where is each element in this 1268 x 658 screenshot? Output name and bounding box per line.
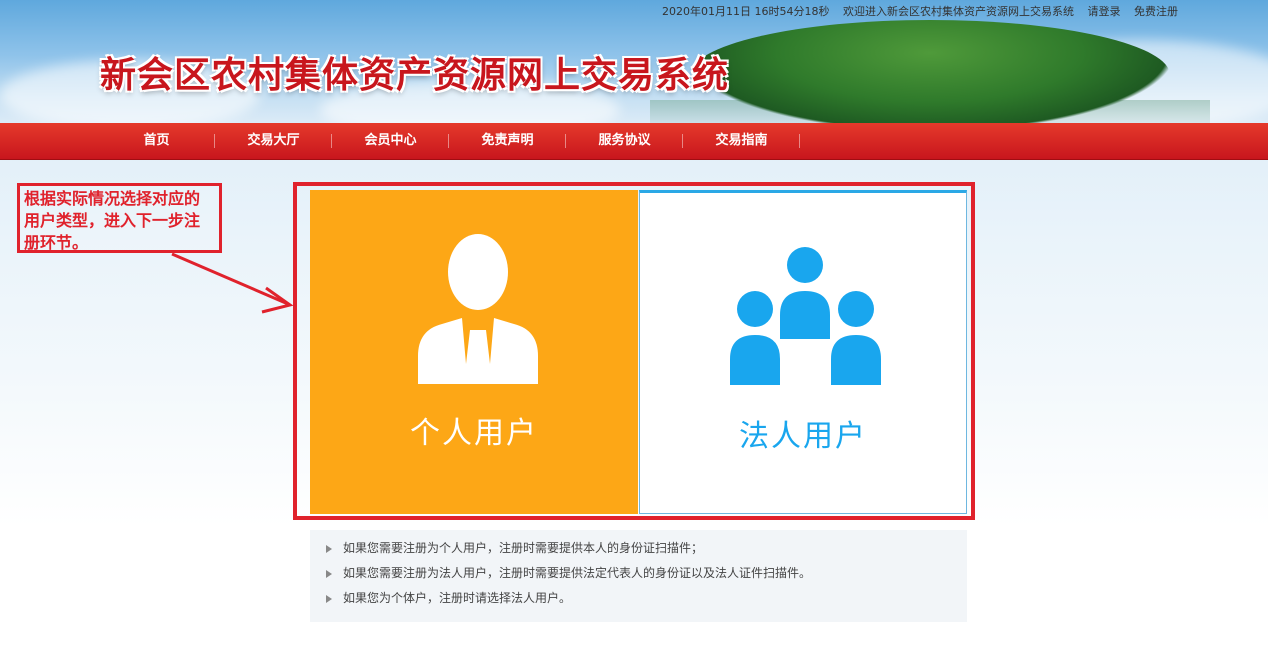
login-link[interactable]: 请登录	[1088, 5, 1121, 18]
registration-notes: 如果您需要注册为个人用户，注册时需要提供本人的身份证扫描件； 如果您需要注册为法…	[310, 530, 967, 622]
person-icon	[418, 234, 538, 384]
corporate-user-card[interactable]: 法人用户	[639, 190, 967, 514]
list-item: 如果您为个体户，注册时请选择法人用户。	[326, 586, 967, 611]
top-info-bar: 2020年01月11日 16时54分18秒 欢迎进入新会区农村集体资产资源网上交…	[652, 3, 1178, 19]
nav-item-member-center[interactable]: 会员中心	[332, 123, 449, 159]
triangle-bullet-icon	[326, 569, 332, 578]
island-decoration	[690, 20, 1170, 123]
current-datetime: 2020年01月11日 16时54分18秒	[662, 5, 830, 18]
nav-item-disclaimer[interactable]: 免责声明	[449, 123, 566, 159]
list-item: 如果您需要注册为个人用户，注册时需要提供本人的身份证扫描件；	[326, 536, 967, 561]
welcome-text: 欢迎进入新会区农村集体资产资源网上交易系统	[843, 5, 1074, 18]
main-nav: 首页 交易大厅 会员中心 免责声明 服务协议 交易指南	[0, 123, 1268, 160]
header-banner: 新会区农村集体资产资源网上交易系统 2020年01月11日 16时54分18秒 …	[0, 0, 1268, 123]
personal-user-label: 个人用户	[410, 416, 538, 451]
triangle-bullet-icon	[326, 544, 332, 553]
group-icon	[730, 247, 881, 385]
nav-item-home[interactable]: 首页	[98, 123, 215, 159]
nav-item-trading-guide[interactable]: 交易指南	[683, 123, 800, 159]
register-link[interactable]: 免费注册	[1134, 5, 1178, 18]
list-item: 如果您需要注册为法人用户，注册时需要提供法定代表人的身份证以及法人证件扫描件。	[326, 561, 967, 586]
site-title: 新会区农村集体资产资源网上交易系统	[100, 55, 730, 96]
corporate-user-label: 法人用户	[739, 419, 867, 454]
annotation-note: 根据实际情况选择对应的用户类型，进入下一步注册环节。	[17, 183, 222, 253]
triangle-bullet-icon	[326, 594, 332, 603]
personal-user-card[interactable]: 个人用户	[310, 190, 638, 514]
nav-item-service-agreement[interactable]: 服务协议	[566, 123, 683, 159]
annotation-arrow-icon	[171, 252, 294, 314]
nav-item-trading-hall[interactable]: 交易大厅	[215, 123, 332, 159]
